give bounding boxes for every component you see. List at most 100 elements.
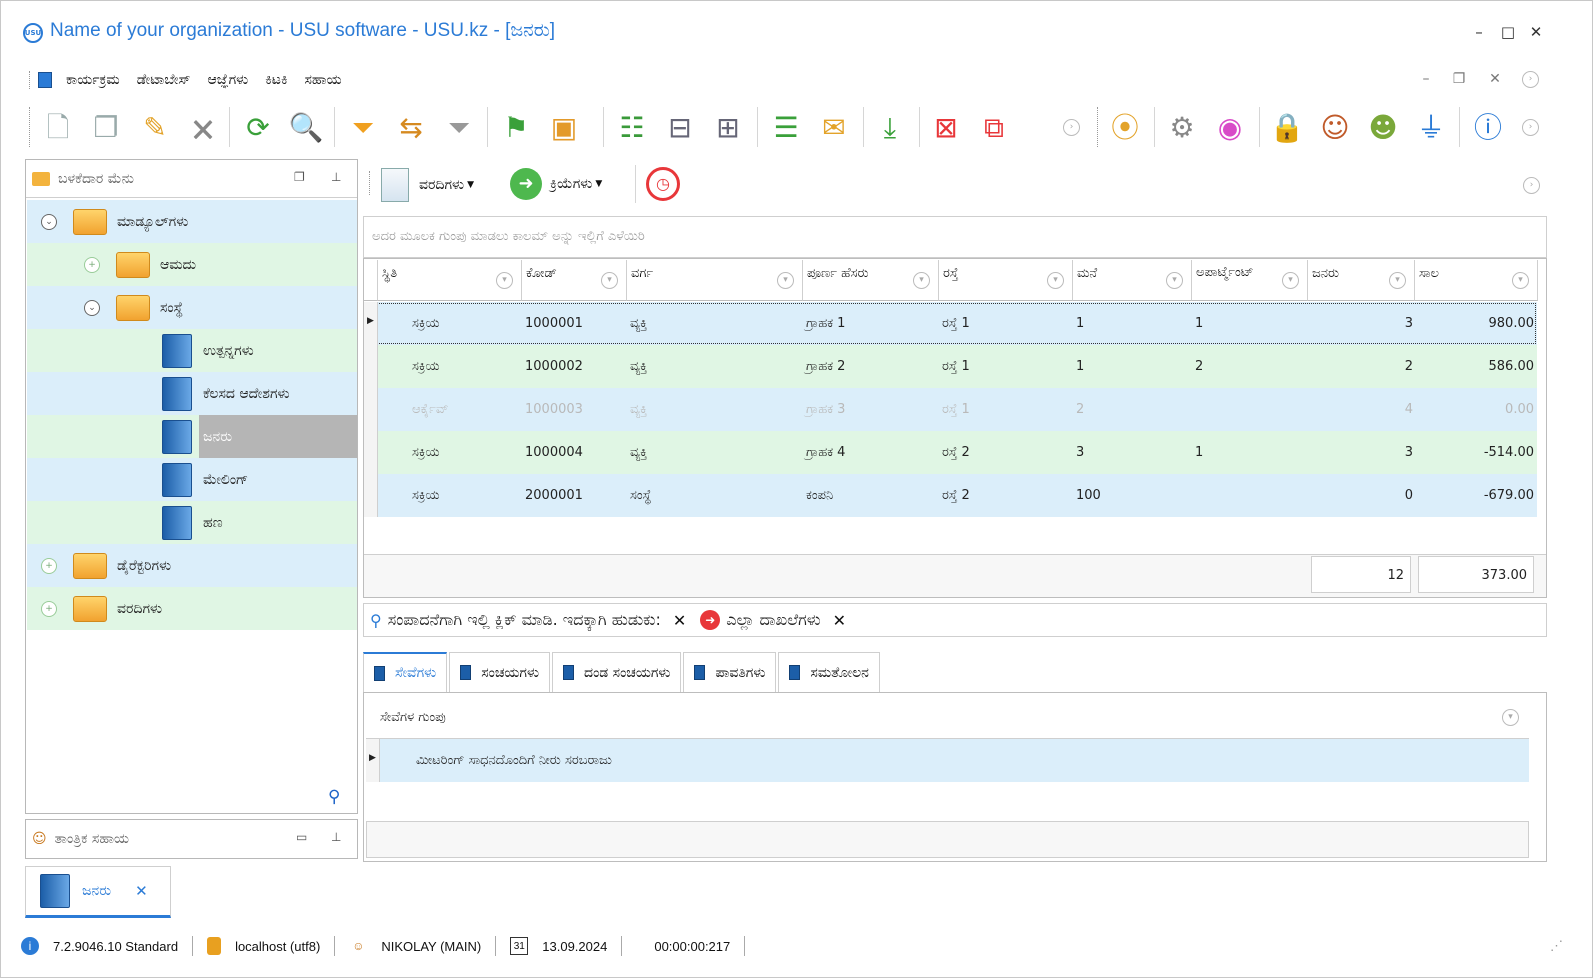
sort-asc-icon[interactable]: ⊟: [661, 109, 699, 147]
column-filter-icon[interactable]: ▾: [1166, 272, 1183, 289]
tab-penalty-accruals[interactable]: ದಂಡ ಸಂಚಯಗಳು: [552, 652, 682, 692]
column-filter-icon[interactable]: ▾: [1282, 272, 1299, 289]
toolbar2-options-icon[interactable]: ›: [1522, 119, 1539, 136]
expand-icon[interactable]: +: [84, 256, 100, 273]
tree-item-directories[interactable]: + ಡೈರೆಕ್ಟರಿಗಳು: [27, 544, 357, 587]
column-filter-icon[interactable]: ▾: [601, 272, 618, 289]
grid-toolbar-options-icon[interactable]: ›: [1523, 177, 1540, 194]
expand-icon[interactable]: +: [41, 600, 57, 617]
expand-icon[interactable]: +: [41, 557, 57, 574]
column-category[interactable]: ವರ್ಗ ▾: [627, 260, 803, 301]
column-filter-icon[interactable]: ▾: [1047, 272, 1064, 289]
search-icon[interactable]: 🔍: [287, 109, 325, 147]
table-row[interactable]: ಸಕ್ರಿಯ 1000002 ವ್ಯಕ್ತಿ ಗ್ರಾಹಕ 2 ರಸ್ತೆ 1 …: [364, 345, 1537, 388]
pin-icon[interactable]: ⊥: [331, 830, 341, 844]
column-debt[interactable]: ಸಾಲ ▾: [1415, 260, 1538, 301]
info-icon[interactable]: ⓘ: [1469, 109, 1507, 147]
users-icon[interactable]: ☻: [1364, 109, 1402, 147]
menu-database[interactable]: ಡೇಟಾಬೇಸ್: [137, 72, 191, 88]
image-icon[interactable]: ▣: [545, 109, 583, 147]
column-filter-icon[interactable]: ▾: [777, 272, 794, 289]
column-filter-icon[interactable]: ▾: [1389, 272, 1406, 289]
sort-desc-icon[interactable]: ⊞: [709, 109, 747, 147]
search-icon[interactable]: ⚲: [328, 787, 340, 807]
close-tab-icon[interactable]: ✕: [135, 882, 148, 900]
mdi-restore-button[interactable]: ❐: [1449, 71, 1469, 87]
tree-item-reports[interactable]: + ವರದಿಗಳು: [27, 587, 357, 630]
minimize-panel-icon[interactable]: ▭: [296, 830, 307, 844]
float-panel-icon[interactable]: ❐: [294, 170, 305, 184]
column-status[interactable]: ಸ್ಥಿತಿ ▾: [378, 260, 522, 301]
tab-balance[interactable]: ಸಮತೋಲನ: [778, 652, 880, 692]
mdi-close-button[interactable]: ✕: [1485, 71, 1505, 87]
add-icon[interactable]: 🗋: [39, 109, 77, 147]
settings-icon[interactable]: ⚙: [1163, 109, 1201, 147]
column-code[interactable]: ಕೋಡ್ ▾: [522, 260, 627, 301]
mdi-minimize-button[interactable]: –: [1416, 71, 1436, 87]
column-filter-icon[interactable]: ▾: [913, 272, 930, 289]
column-house[interactable]: ಮನೆ ▾: [1073, 260, 1192, 301]
filter-field-icon[interactable]: ⇆: [392, 109, 430, 147]
clear-filter-icon[interactable]: ✕: [833, 611, 846, 630]
add-row-icon[interactable]: ☰: [767, 109, 805, 147]
close-window-icon[interactable]: ⊠: [927, 109, 965, 147]
plug-icon[interactable]: ⏚: [1412, 109, 1450, 147]
tree-item-money[interactable]: ಹಣ: [27, 501, 357, 544]
notes-icon[interactable]: ✉: [815, 109, 853, 147]
tree-item-import[interactable]: + ಆಮದು: [27, 243, 357, 286]
column-people[interactable]: ಜನರು ▾: [1308, 260, 1415, 301]
resize-grip-icon[interactable]: ⋰: [1550, 938, 1563, 954]
lock-icon[interactable]: 🔒: [1268, 109, 1306, 147]
filter-label[interactable]: ಎಲ್ಲಾ ದಾಖಲೆಗಳು: [726, 610, 820, 630]
find-panel-text[interactable]: ಸಂಪಾದನೆಗಾಗಿ ಇಲ್ಲಿ ಕ್ಲಿಕ್ ಮಾಡಿ. ಇದಕ್ಕಾಗಿ …: [388, 610, 661, 630]
refresh-icon[interactable]: ⟳: [239, 109, 277, 147]
tree-item-organization[interactable]: ⌄ ಸಂಸ್ಥೆ: [27, 286, 357, 329]
user-key-icon[interactable]: ☺: [1316, 109, 1354, 147]
find-panel[interactable]: ⚲ ಸಂಪಾದನೆಗಾಗಿ ಇಲ್ಲಿ ಕ್ಲಿಕ್ ಮಾಡಿ. ಇದಕ್ಕಾಗ…: [363, 603, 1547, 637]
actions-button[interactable]: ➜ ಕ್ರಿಯೆಗಳು ▼: [510, 168, 602, 200]
flag-icon[interactable]: ⚑: [497, 109, 535, 147]
column-street[interactable]: ರಸ್ತೆ ▾: [939, 260, 1073, 301]
menu-help[interactable]: ಸಹಾಯ: [305, 72, 342, 88]
table-row[interactable]: ಸಕ್ರಿಯ 2000001 ಸಂಸ್ಥೆ ಕಂಪನಿ ರಸ್ತೆ 2 100 …: [364, 474, 1537, 517]
copy-icon[interactable]: ❐: [87, 109, 125, 147]
table-row[interactable]: ಸಕ್ರಿಯ 1000004 ವ್ಯಕ್ತಿ ಗ್ರಾಹಕ 4 ರಸ್ತೆ 2 …: [364, 431, 1537, 474]
column-filter-icon[interactable]: ▾: [1512, 272, 1529, 289]
maximize-button[interactable]: □: [1498, 23, 1518, 41]
edit-icon[interactable]: ✎: [136, 109, 174, 147]
column-filter-icon[interactable]: ▾: [496, 272, 513, 289]
column-filter-icon[interactable]: ▾: [1502, 709, 1519, 726]
tab-accruals[interactable]: ಸಂಚಯಗಳು: [449, 652, 551, 692]
tree-item-work-orders[interactable]: ಕೆಲಸದ ಆದೇಶಗಳು: [27, 372, 357, 415]
tree-item-people[interactable]: ಜನರು: [27, 415, 357, 458]
group-by-panel[interactable]: ಅದರ ಮೂಲಕ ಗುಂಪು ಮಾಡಲು ಕಾಲಮ್ ಅನ್ನು ಇಲ್ಲಿಗೆ…: [363, 216, 1547, 258]
clock-icon[interactable]: ◷: [646, 167, 680, 201]
reports-button[interactable]: ವರದಿಗಳು ▼: [381, 168, 474, 202]
menu-program[interactable]: ಕಾರ್ಯಕ್ರಮ: [66, 72, 120, 88]
tree-item-mailing[interactable]: ಮೇಲಿಂಗ್: [27, 458, 357, 501]
column-full-name[interactable]: ಪೂರ್ಣ ಹೆಸರು ▾: [803, 260, 939, 301]
download-icon[interactable]: ⤓: [871, 109, 909, 147]
clear-search-icon[interactable]: ✕: [673, 611, 686, 630]
pin-icon[interactable]: ⊥: [331, 170, 341, 184]
tree-item-products[interactable]: ಉತ್ಪನ್ನಗಳು: [27, 329, 357, 372]
location-icon[interactable]: ⦿: [1106, 109, 1144, 147]
menu-grip[interactable]: [29, 71, 32, 89]
column-service-group[interactable]: ಸೇವೆಗಳ ಗುಂಪು ▾: [366, 697, 1529, 739]
tab-payments[interactable]: ಪಾವತಿಗಳು: [683, 652, 777, 692]
toolbar-options-icon[interactable]: ›: [1063, 119, 1080, 136]
menu-commands[interactable]: ಆಜ್ಞೆಗಳು: [207, 72, 248, 88]
color-icon[interactable]: ◉: [1211, 109, 1249, 147]
table-row[interactable]: ▶ ಸಕ್ರಿಯ 1000001 ವ್ಯಕ್ತಿ ಗ್ರಾಹಕ 1 ರಸ್ತೆ …: [364, 302, 1537, 345]
table-row[interactable]: ಆರ್ಕೈವ್ 1000003 ವ್ಯಕ್ತಿ ಗ್ರಾಹಕ 3 ರಸ್ತೆ 1…: [364, 388, 1537, 431]
column-apartment[interactable]: ಅಪಾರ್ಟ್ಮೆಂಟ್ ▾: [1192, 260, 1308, 301]
clear-filter-icon[interactable]: ⏷: [440, 109, 478, 147]
delete-icon[interactable]: 🗙: [184, 109, 222, 147]
expand-icon[interactable]: ☷: [613, 109, 651, 147]
filter-icon[interactable]: ⏷: [344, 109, 382, 147]
table-row[interactable]: ▶ ಮೀಟರಿಂಗ್ ಸಾಧನದೊಂದಿಗೆ ನೀರು ಸರಬರಾಜು: [366, 739, 1529, 782]
minimize-button[interactable]: –: [1469, 23, 1489, 41]
tab-services[interactable]: ಸೇವೆಗಳು: [363, 652, 448, 692]
menu-options-icon[interactable]: ›: [1522, 71, 1539, 88]
close-all-icon[interactable]: ⧉: [975, 109, 1013, 147]
